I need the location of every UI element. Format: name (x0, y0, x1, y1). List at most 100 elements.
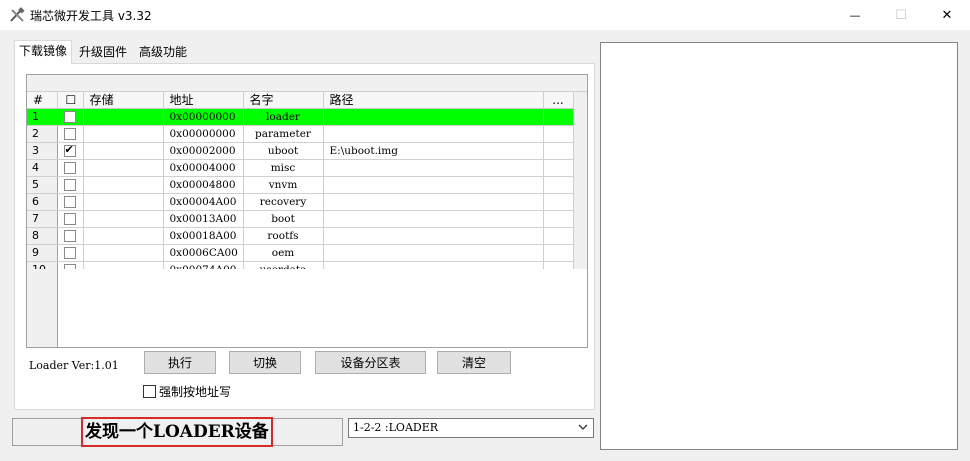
col-header-address[interactable]: 地址 (163, 92, 244, 109)
minimize-button[interactable]: — (832, 0, 878, 30)
row-storage[interactable] (83, 125, 164, 143)
row-path[interactable] (323, 227, 544, 245)
row-browse[interactable] (543, 125, 574, 143)
col-header-more[interactable]: ... (543, 92, 574, 109)
row-address[interactable]: 0x00000000 (163, 125, 244, 143)
col-header-check[interactable]: ☐ (57, 92, 84, 109)
row-checkbox-cell[interactable] (57, 193, 84, 211)
row-checkbox[interactable] (63, 179, 76, 191)
row-browse[interactable] (543, 159, 574, 177)
col-header-path[interactable]: 路径 (323, 92, 544, 109)
row-address[interactable]: 0x00004800 (163, 176, 244, 194)
force-address-checkbox[interactable]: 强制按地址写 (143, 383, 231, 400)
row-checkbox-cell[interactable] (57, 125, 84, 143)
row-path[interactable] (323, 193, 544, 211)
col-header-storage[interactable]: 存储 (83, 92, 164, 109)
row-checkbox[interactable] (63, 213, 76, 225)
row-storage[interactable] (83, 108, 164, 126)
row-path[interactable]: E:\uboot.img (323, 142, 544, 160)
row-checkbox[interactable] (63, 196, 76, 208)
row-address[interactable]: 0x0006CA00 (163, 244, 244, 262)
clear-button[interactable]: 清空 (437, 351, 511, 374)
row-checkbox[interactable] (63, 230, 76, 242)
row-name[interactable]: boot (243, 210, 324, 228)
table-row[interactable]: 1 0x00000000 loader (27, 108, 574, 126)
grid-header-row: # ☐ 存储 地址 名字 路径 ... (27, 92, 574, 109)
row-browse[interactable] (543, 193, 574, 211)
row-storage[interactable] (83, 210, 164, 228)
row-address[interactable]: 0x00018A00 (163, 227, 244, 245)
device-select[interactable]: 1-2-2 :LOADER (348, 418, 594, 438)
grid-top-bar (27, 75, 587, 92)
row-path[interactable] (323, 176, 544, 194)
row-checkbox-cell[interactable] (57, 108, 84, 126)
row-path[interactable] (323, 125, 544, 143)
maximize-icon: ☐ (895, 7, 907, 23)
row-checkbox-cell[interactable] (57, 227, 84, 245)
row-path[interactable] (323, 244, 544, 262)
table-row[interactable]: 7 0x00013A00 boot (27, 210, 574, 228)
row-storage[interactable] (83, 159, 164, 177)
row-name[interactable]: loader (243, 108, 324, 126)
table-row[interactable]: 5 0x00004800 vnvm (27, 176, 574, 194)
close-button[interactable]: ✕ (924, 0, 970, 30)
row-checkbox[interactable] (63, 143, 76, 158)
window-title: 瑞芯微开发工具 v3.32 (30, 9, 152, 23)
row-browse[interactable] (543, 227, 574, 245)
row-address[interactable]: 0x00002000 (163, 142, 244, 160)
switch-button[interactable]: 切换 (229, 351, 301, 374)
row-checkbox[interactable] (63, 111, 76, 123)
row-browse[interactable] (543, 108, 574, 126)
row-browse[interactable] (543, 176, 574, 194)
row-address[interactable]: 0x00000000 (163, 108, 244, 126)
row-browse[interactable] (543, 210, 574, 228)
table-row[interactable]: 4 0x00004000 misc (27, 159, 574, 177)
row-name[interactable]: oem (243, 244, 324, 262)
row-name[interactable]: rootfs (243, 227, 324, 245)
row-address[interactable]: 0x00013A00 (163, 210, 244, 228)
row-path[interactable] (323, 159, 544, 177)
table-row[interactable]: 3 0x00002000ubootE:\uboot.img (27, 142, 574, 160)
row-storage[interactable] (83, 244, 164, 262)
table-row[interactable]: 6 0x00004A00 recovery (27, 193, 574, 211)
row-checkbox-cell[interactable] (57, 210, 84, 228)
table-row[interactable]: 2 0x00000000 parameter (27, 125, 574, 143)
row-name[interactable]: parameter (243, 125, 324, 143)
run-button[interactable]: 执行 (144, 351, 216, 374)
grid-body: 1 0x00000000loader 2 0x00000000parameter 3 0x… (27, 108, 574, 279)
row-name[interactable]: vnvm (243, 176, 324, 194)
row-storage[interactable] (83, 227, 164, 245)
row-checkbox-cell[interactable] (57, 244, 84, 262)
table-row[interactable]: 8 0x00018A00 rootfs (27, 227, 574, 245)
row-path[interactable] (323, 108, 544, 126)
row-browse[interactable] (543, 142, 574, 160)
row-browse[interactable] (543, 244, 574, 262)
partition-grid[interactable]: # ☐ 存储 地址 名字 路径 ... 1 0x00000000 loader 2 0x… (26, 74, 588, 348)
tab-download-image[interactable]: 下载镜像 (14, 40, 73, 64)
col-header-num[interactable]: # (27, 92, 58, 109)
row-storage[interactable] (83, 142, 164, 160)
checkbox-box[interactable] (143, 385, 156, 398)
row-path[interactable] (323, 210, 544, 228)
row-number: 4 (27, 159, 58, 177)
maximize-button[interactable]: ☐ (878, 0, 924, 30)
row-checkbox[interactable] (63, 162, 76, 174)
row-checkbox[interactable] (63, 247, 76, 259)
row-checkbox-cell[interactable] (57, 159, 84, 177)
row-address[interactable]: 0x00004A00 (163, 193, 244, 211)
row-name[interactable]: recovery (243, 193, 324, 211)
row-storage[interactable] (83, 193, 164, 211)
row-checkbox-cell[interactable] (57, 142, 84, 160)
tab-upgrade-firmware[interactable]: 升级固件 (75, 42, 131, 62)
row-storage[interactable] (83, 176, 164, 194)
table-row[interactable]: 9 0x0006CA00 oem (27, 244, 574, 262)
row-name[interactable]: uboot (243, 142, 324, 160)
row-checkbox[interactable] (63, 128, 76, 140)
row-name[interactable]: misc (243, 159, 324, 177)
row-checkbox-cell[interactable] (57, 176, 84, 194)
row-address[interactable]: 0x00004000 (163, 159, 244, 177)
col-header-name[interactable]: 名字 (243, 92, 324, 109)
log-output[interactable] (600, 42, 958, 450)
tab-advanced[interactable]: 高级功能 (135, 42, 191, 62)
partition-table-button[interactable]: 设备分区表 (315, 351, 426, 374)
